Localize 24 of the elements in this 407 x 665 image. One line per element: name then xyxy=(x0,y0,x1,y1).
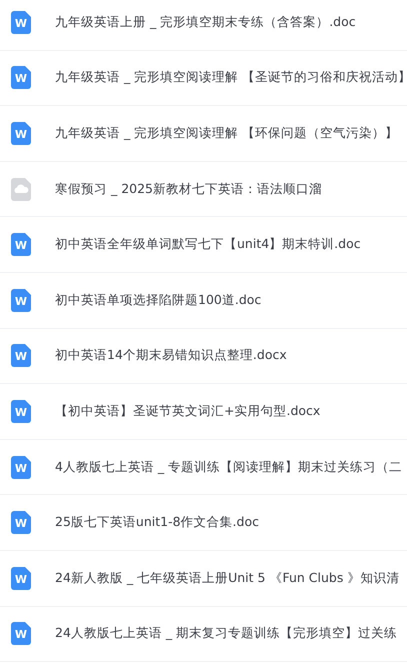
file-name[interactable]: 24人教版七上英语 _ 期末复习专题训练【完形填空】过关练 xyxy=(55,625,398,642)
document-icon: W xyxy=(11,10,31,34)
document-icon: W xyxy=(11,400,31,423)
file-name[interactable]: 初中英语全年级单词默写七下【unit4】期末特训.doc xyxy=(55,236,361,254)
document-icon: W xyxy=(11,456,31,479)
document-icon: W xyxy=(11,122,31,145)
document-icon: W xyxy=(11,566,31,590)
file-name[interactable]: 24新人教版 _ 七年级英语上册Unit 5 《Fun Clubs 》知识清 xyxy=(55,570,400,587)
file-name[interactable]: 初中英语14个期末易错知识点整理.docx xyxy=(55,347,287,364)
document-icon: W xyxy=(11,288,31,312)
document-icon: W xyxy=(11,233,31,256)
file-name[interactable]: 九年级英语 _ 完形填空阅读理解 【环保问题（空气污染）】 xyxy=(55,124,398,142)
document-icon: W xyxy=(11,344,31,368)
file-name[interactable]: 初中英语单项选择陷阱题100道.doc xyxy=(55,292,262,309)
file-name[interactable]: 九年级英语 _ 完形填空阅读理解 【圣诞节的习俗和庆祝活动】 xyxy=(55,69,407,86)
file-name[interactable]: 九年级英语上册 _ 完形填空期末专练（含答案）.doc xyxy=(55,14,356,31)
file-name[interactable]: 4人教版七上英语 _ 专题训练【阅读理解】期末过关练习（二 xyxy=(55,458,402,476)
document-icon: W xyxy=(11,66,31,90)
cloud-icon xyxy=(11,178,31,201)
document-icon: W xyxy=(11,622,31,646)
document-icon: W xyxy=(11,511,31,534)
file-name[interactable]: 【初中英语】圣诞节英文词汇+实用句型.docx xyxy=(55,402,320,420)
file-name[interactable]: 寒假预习 _ 2025新教材七下英语：语法顺口溜 xyxy=(55,180,322,198)
file-name[interactable]: 25版七下英语unit1-8作文合集.doc xyxy=(55,514,259,532)
